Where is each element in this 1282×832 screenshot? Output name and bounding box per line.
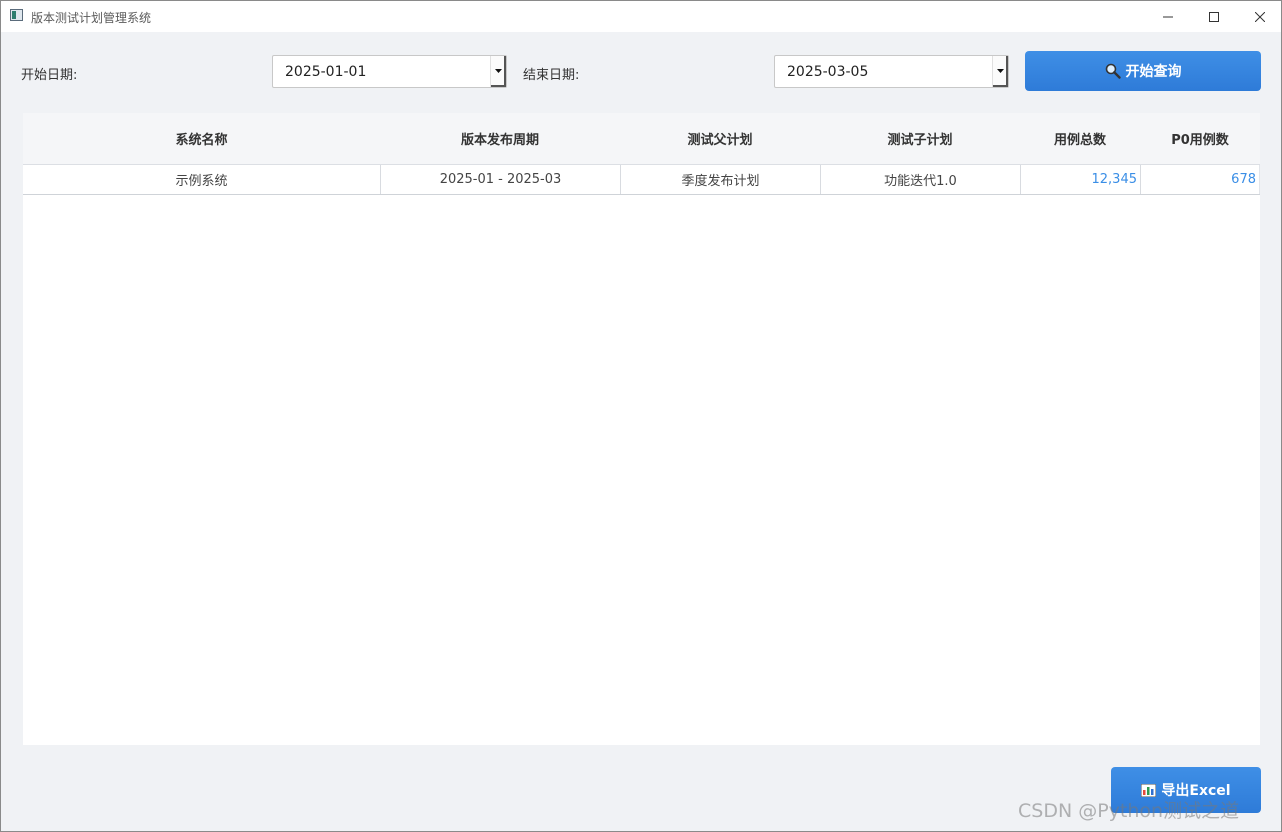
column-header-release-cycle[interactable]: 版本发布周期 <box>380 113 620 164</box>
close-button[interactable] <box>1237 1 1281 32</box>
end-date-dropdown-button[interactable] <box>992 56 1008 87</box>
cell-parent-plan[interactable]: 季度发布计划 <box>621 165 821 194</box>
cell-sub-plan[interactable]: 功能迭代1.0 <box>821 165 1021 194</box>
maximize-icon <box>1209 11 1219 22</box>
window-title: 版本测试计划管理系统 <box>31 11 152 25</box>
start-date-label: 开始日期: <box>21 68 78 83</box>
cell-release-cycle[interactable]: 2025-01 - 2025-03 <box>381 165 621 194</box>
title-bar: 版本测试计划管理系统 <box>1 1 1281 32</box>
start-date-value: 2025-01-01 <box>285 64 367 80</box>
start-date-combo[interactable]: 2025-01-01 <box>272 55 507 88</box>
search-icon <box>1105 63 1121 79</box>
minimize-icon <box>1163 16 1173 17</box>
cell-system-name[interactable]: 示例系统 <box>23 165 381 194</box>
table-header: 系统名称 版本发布周期 测试父计划 测试子计划 用例总数 P0用例数 <box>23 113 1260 165</box>
bar-chart-icon <box>1141 783 1157 797</box>
results-table[interactable]: 系统名称 版本发布周期 测试父计划 测试子计划 用例总数 P0用例数 示例系统 … <box>23 113 1260 745</box>
minimize-button[interactable] <box>1145 1 1191 32</box>
table-row[interactable]: 示例系统 2025-01 - 2025-03 季度发布计划 功能迭代1.0 12… <box>23 165 1260 195</box>
close-icon <box>1255 11 1265 22</box>
maximize-button[interactable] <box>1191 1 1237 32</box>
end-date-combo[interactable]: 2025-03-05 <box>774 55 1009 88</box>
end-date-label: 结束日期: <box>523 68 580 83</box>
column-header-parent-plan[interactable]: 测试父计划 <box>620 113 820 164</box>
cell-total-cases[interactable]: 12,345 <box>1021 165 1141 194</box>
query-button-label: 开始查询 <box>1125 64 1182 80</box>
cell-p0-cases[interactable]: 678 <box>1141 165 1260 194</box>
chevron-down-icon <box>495 69 502 73</box>
column-header-system-name[interactable]: 系统名称 <box>23 113 380 164</box>
app-window: 版本测试计划管理系统 开始日期: 2025-01-01 结束日期: 2025-0… <box>0 0 1282 832</box>
column-header-total-cases[interactable]: 用例总数 <box>1020 113 1140 164</box>
chevron-down-icon <box>997 69 1004 73</box>
end-date-value: 2025-03-05 <box>787 64 869 80</box>
query-button[interactable]: 开始查询 <box>1025 51 1261 91</box>
start-date-dropdown-button[interactable] <box>490 56 506 87</box>
watermark: CSDN @Python测试之道 <box>1018 800 1240 822</box>
column-header-sub-plan[interactable]: 测试子计划 <box>820 113 1020 164</box>
app-icon <box>10 9 23 21</box>
column-header-p0-cases[interactable]: P0用例数 <box>1140 113 1260 164</box>
